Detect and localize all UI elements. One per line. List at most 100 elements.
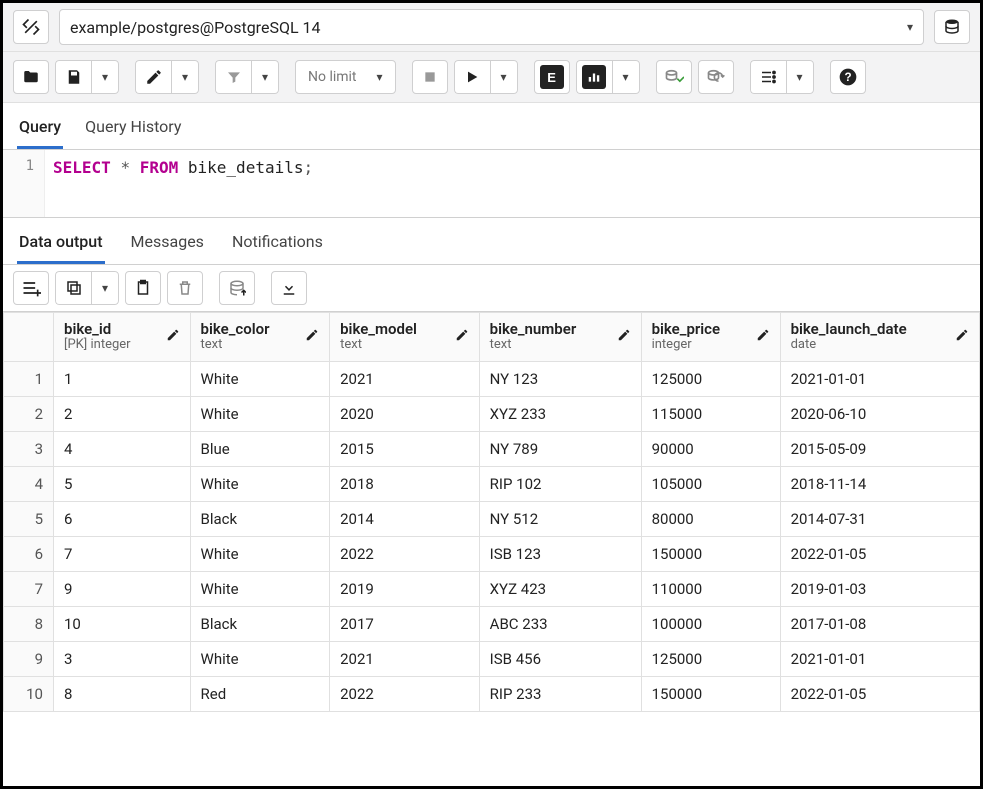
table-row[interactable]: 22White2020XYZ 2331150002020-06-10	[4, 397, 980, 432]
paste-button[interactable]	[125, 271, 161, 305]
macros-button[interactable]	[750, 60, 786, 94]
table-row[interactable]: 56Black2014NY 512800002014-07-31	[4, 502, 980, 537]
tab-notifications[interactable]: Notifications	[230, 226, 325, 264]
cell-bike_model[interactable]: 2015	[330, 432, 480, 467]
cell-bike_color[interactable]: Red	[190, 677, 330, 712]
cell-bike_number[interactable]: NY 789	[479, 432, 641, 467]
download-button[interactable]	[271, 271, 307, 305]
cell-bike_model[interactable]: 2014	[330, 502, 480, 537]
edit-button[interactable]	[135, 60, 171, 94]
cell-bike_launch_date[interactable]: 2022-01-05	[780, 537, 979, 572]
cell-bike_id[interactable]: 5	[54, 467, 191, 502]
save-button[interactable]	[55, 60, 91, 94]
cell-bike_launch_date[interactable]: 2022-01-05	[780, 677, 979, 712]
pencil-icon[interactable]	[617, 328, 631, 346]
copy-dropdown[interactable]: ▾	[91, 271, 119, 305]
cell-bike_id[interactable]: 3	[54, 642, 191, 677]
filter-button[interactable]	[215, 60, 251, 94]
cell-bike_price[interactable]: 125000	[641, 362, 780, 397]
execute-button[interactable]	[454, 60, 490, 94]
cell-bike_launch_date[interactable]: 2017-01-08	[780, 607, 979, 642]
cell-bike_price[interactable]: 110000	[641, 572, 780, 607]
cell-bike_color[interactable]: Blue	[190, 432, 330, 467]
cell-bike_model[interactable]: 2021	[330, 362, 480, 397]
cell-bike_color[interactable]: White	[190, 572, 330, 607]
cell-bike_color[interactable]: White	[190, 397, 330, 432]
cell-bike_launch_date[interactable]: 2015-05-09	[780, 432, 979, 467]
cell-bike_price[interactable]: 125000	[641, 642, 780, 677]
tab-messages[interactable]: Messages	[129, 226, 206, 264]
cell-bike_number[interactable]: NY 512	[479, 502, 641, 537]
commit-button[interactable]	[656, 60, 692, 94]
cell-bike_launch_date[interactable]: 2020-06-10	[780, 397, 979, 432]
column-header-bike_id[interactable]: bike_id[PK] integer	[54, 313, 191, 362]
sql-editor[interactable]: 1 SELECT * FROM bike_details;	[3, 150, 980, 218]
pencil-icon[interactable]	[955, 328, 969, 346]
column-header-bike_price[interactable]: bike_priceinteger	[641, 313, 780, 362]
cell-bike_model[interactable]: 2017	[330, 607, 480, 642]
tab-data-output[interactable]: Data output	[17, 226, 105, 264]
table-row[interactable]: 93White2021ISB 4561250002021-01-01	[4, 642, 980, 677]
cell-bike_model[interactable]: 2019	[330, 572, 480, 607]
delete-row-button[interactable]	[167, 271, 203, 305]
tab-query-history[interactable]: Query History	[83, 111, 183, 149]
cell-bike_model[interactable]: 2020	[330, 397, 480, 432]
cell-bike_launch_date[interactable]: 2014-07-31	[780, 502, 979, 537]
cell-bike_id[interactable]: 6	[54, 502, 191, 537]
cell-bike_id[interactable]: 9	[54, 572, 191, 607]
cell-bike_color[interactable]: White	[190, 642, 330, 677]
cell-bike_id[interactable]: 8	[54, 677, 191, 712]
table-row[interactable]: 11White2021NY 1231250002021-01-01	[4, 362, 980, 397]
column-header-bike_model[interactable]: bike_modeltext	[330, 313, 480, 362]
rollback-button[interactable]	[698, 60, 734, 94]
column-header-bike_number[interactable]: bike_numbertext	[479, 313, 641, 362]
explain-button[interactable]: E	[534, 60, 570, 94]
table-row[interactable]: 79White2019XYZ 4231100002019-01-03	[4, 572, 980, 607]
cell-bike_color[interactable]: White	[190, 537, 330, 572]
data-grid[interactable]: bike_id[PK] integerbike_colortextbike_mo…	[3, 312, 980, 712]
cell-bike_id[interactable]: 7	[54, 537, 191, 572]
cell-bike_color[interactable]: Black	[190, 502, 330, 537]
open-file-button[interactable]	[13, 60, 49, 94]
connection-select[interactable]: example/postgres@PostgreSQL 14 ▾	[59, 9, 924, 45]
analyze-button[interactable]	[576, 60, 612, 94]
cell-bike_number[interactable]: NY 123	[479, 362, 641, 397]
help-button[interactable]: ?	[830, 60, 866, 94]
cell-bike_launch_date[interactable]: 2019-01-03	[780, 572, 979, 607]
cell-bike_number[interactable]: XYZ 233	[479, 397, 641, 432]
save-dropdown[interactable]: ▾	[91, 60, 119, 94]
cell-bike_id[interactable]: 4	[54, 432, 191, 467]
column-header-bike_launch_date[interactable]: bike_launch_datedate	[780, 313, 979, 362]
table-row[interactable]: 810Black2017ABC 2331000002017-01-08	[4, 607, 980, 642]
add-row-button[interactable]	[13, 271, 49, 305]
stop-button[interactable]	[412, 60, 448, 94]
cell-bike_number[interactable]: RIP 102	[479, 467, 641, 502]
cell-bike_price[interactable]: 100000	[641, 607, 780, 642]
cell-bike_launch_date[interactable]: 2021-01-01	[780, 642, 979, 677]
pencil-icon[interactable]	[166, 328, 180, 346]
analyze-dropdown[interactable]: ▾	[612, 60, 640, 94]
cell-bike_model[interactable]: 2021	[330, 642, 480, 677]
edit-dropdown[interactable]: ▾	[171, 60, 199, 94]
table-row[interactable]: 67White2022ISB 1231500002022-01-05	[4, 537, 980, 572]
cell-bike_number[interactable]: ISB 456	[479, 642, 641, 677]
connection-status-icon[interactable]	[13, 10, 49, 44]
cell-bike_price[interactable]: 90000	[641, 432, 780, 467]
cell-bike_number[interactable]: ISB 123	[479, 537, 641, 572]
cell-bike_price[interactable]: 115000	[641, 397, 780, 432]
table-row[interactable]: 45White2018RIP 1021050002018-11-14	[4, 467, 980, 502]
pencil-icon[interactable]	[455, 328, 469, 346]
filter-dropdown[interactable]: ▾	[251, 60, 279, 94]
new-connection-button[interactable]	[934, 10, 970, 44]
copy-button[interactable]	[55, 271, 91, 305]
cell-bike_launch_date[interactable]: 2018-11-14	[780, 467, 979, 502]
table-row[interactable]: 34Blue2015NY 789900002015-05-09	[4, 432, 980, 467]
cell-bike_color[interactable]: White	[190, 467, 330, 502]
macros-dropdown[interactable]: ▾	[786, 60, 814, 94]
table-row[interactable]: 108Red2022RIP 2331500002022-01-05	[4, 677, 980, 712]
pencil-icon[interactable]	[756, 328, 770, 346]
cell-bike_model[interactable]: 2018	[330, 467, 480, 502]
cell-bike_model[interactable]: 2022	[330, 537, 480, 572]
tab-query[interactable]: Query	[17, 111, 63, 149]
column-header-bike_color[interactable]: bike_colortext	[190, 313, 330, 362]
